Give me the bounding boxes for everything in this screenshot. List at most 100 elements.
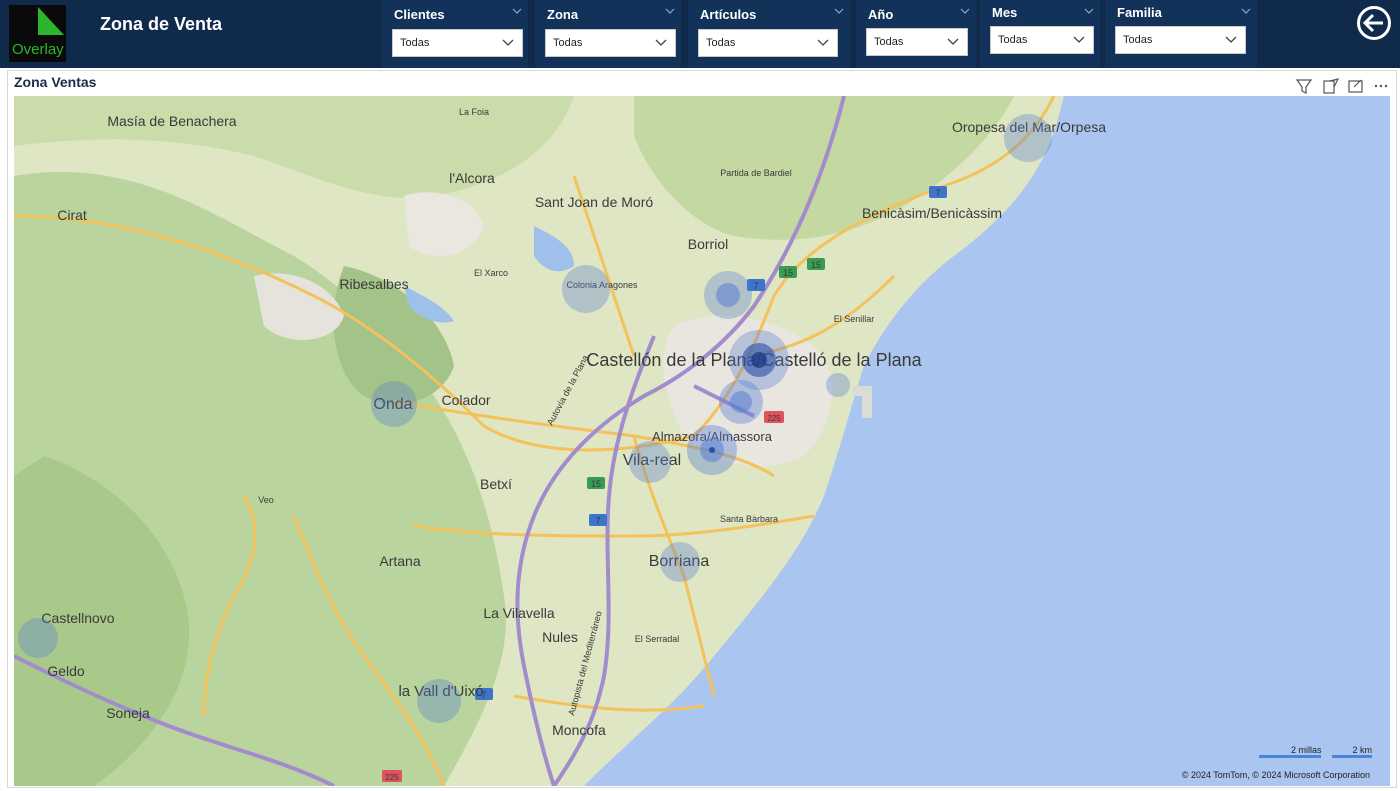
place-label: La Foia	[459, 107, 489, 117]
place-label: Borriol	[688, 236, 728, 252]
sales-bubble[interactable]	[562, 265, 610, 313]
map-copyright: © 2024 TomTom, © 2024 Microsoft Corporat…	[1181, 770, 1370, 780]
place-label: Colador	[441, 392, 490, 408]
slicer-ano: Año Todas	[856, 0, 976, 68]
focus-mode-icon[interactable]	[1348, 79, 1363, 93]
chevron-down-icon	[947, 38, 959, 45]
slicer-value: Todas	[998, 34, 1028, 46]
sales-bubble[interactable]	[826, 373, 850, 397]
road-shield: 225	[382, 770, 402, 782]
visual-toolbar	[1295, 78, 1388, 94]
report-title: Zona de Venta	[100, 14, 223, 34]
place-label: Geldo	[47, 663, 85, 679]
slicer-value: Todas	[874, 36, 904, 48]
logo-text: Overlay	[12, 41, 64, 58]
slicer-label: Artículos	[700, 7, 757, 22]
slicer-dropdown[interactable]: Todas	[545, 29, 676, 57]
slicer-zona: Zona Todas	[535, 0, 681, 68]
slicer-value: Todas	[1123, 34, 1153, 46]
road-shield: 7	[589, 514, 607, 526]
place-label: Cirat	[57, 207, 87, 223]
road-shield-label: 7	[935, 188, 940, 198]
road-shield-label: 7	[595, 516, 600, 526]
slicer-label: Año	[868, 7, 894, 22]
chevron-down-icon	[502, 39, 514, 46]
chevron-down-icon	[1073, 36, 1085, 43]
slicer-label: Zona	[547, 7, 579, 22]
place-label: La Vilavella	[483, 605, 555, 621]
slicer-value: Todas	[706, 37, 736, 49]
slicer-familia: Familia Todas	[1105, 0, 1257, 68]
place-label: Masía de Benachera	[107, 113, 236, 129]
chevron-down-icon	[655, 39, 667, 46]
sales-bubble[interactable]	[730, 391, 752, 413]
chevron-down-icon[interactable]	[1241, 6, 1251, 16]
chevron-down-icon[interactable]	[834, 6, 844, 16]
overlay-logo: Overlay	[9, 5, 66, 62]
road-shield-label: 225	[767, 414, 781, 423]
sales-bubble[interactable]	[371, 381, 417, 427]
sales-bubble[interactable]	[709, 447, 715, 453]
slicer-dropdown[interactable]: Todas	[392, 29, 523, 57]
sales-bubble[interactable]	[18, 618, 58, 658]
place-label: Benicàsim/Benicàssim	[862, 205, 1002, 221]
slicer-dropdown[interactable]: Todas	[990, 26, 1094, 54]
chevron-down-icon[interactable]	[512, 6, 522, 16]
slicer-clientes: Clientes Todas	[382, 0, 528, 68]
chevron-down-icon[interactable]	[665, 6, 675, 16]
place-label: Santa Bàrbara	[720, 514, 778, 524]
road-shield-label: 7	[753, 281, 758, 291]
sales-bubble[interactable]	[660, 542, 700, 582]
slicer-dropdown[interactable]: Todas	[866, 28, 968, 56]
road-shield-label: 15	[811, 260, 821, 270]
road-shield: 15	[587, 477, 605, 489]
place-label: Moncofa	[552, 722, 606, 738]
map-scale: 2 millas 2 km	[1259, 745, 1372, 758]
more-options-icon[interactable]	[1374, 84, 1388, 88]
place-label: Artana	[379, 553, 420, 569]
slicer-label: Clientes	[394, 7, 445, 22]
place-label: El Xarco	[474, 268, 508, 278]
road-shield: 15	[807, 258, 825, 270]
place-label: Sant Joan de Moró	[535, 194, 654, 210]
chevron-down-icon	[817, 39, 829, 46]
place-label: Betxí	[480, 476, 512, 492]
place-label: Soneja	[106, 705, 150, 721]
visual-title: Zona Ventas	[14, 74, 97, 90]
place-label: Nules	[542, 629, 578, 645]
road-shield-label: 225	[385, 773, 399, 782]
slicer-articulos: Artículos Todas	[688, 0, 850, 68]
chevron-down-icon[interactable]	[960, 6, 970, 16]
place-label: Veo	[258, 495, 274, 505]
sales-bubble[interactable]	[417, 679, 461, 723]
sales-bubble[interactable]	[629, 441, 671, 483]
place-label: Ribesalbes	[339, 276, 408, 292]
road-shield-label: 15	[783, 268, 793, 278]
chevron-down-icon	[1225, 36, 1237, 43]
place-label: l'Alcora	[449, 170, 495, 186]
top-bar: Overlay Zona de Venta Clientes Todas Zon…	[0, 0, 1400, 68]
slicer-dropdown[interactable]: Todas	[1115, 26, 1246, 54]
filter-icon[interactable]	[1295, 79, 1313, 94]
place-label: El Serradal	[635, 634, 680, 644]
sales-bubble[interactable]	[1004, 114, 1052, 162]
chevron-down-icon[interactable]	[1084, 6, 1094, 16]
back-arrow-icon[interactable]	[1356, 5, 1392, 41]
map-canvas[interactable]: 7 15 15 7 225 15 7 7 225 Masía de Benach…	[14, 96, 1390, 786]
slicer-label: Familia	[1117, 5, 1162, 20]
drill-icon[interactable]	[1323, 78, 1340, 94]
road-shield: 225	[764, 411, 784, 423]
logo-triangle	[38, 7, 64, 35]
road-shield-label: 15	[591, 479, 601, 489]
place-label: Partida de Bardiel	[720, 168, 792, 178]
scale-km: 2 km	[1332, 745, 1372, 758]
slicer-label: Mes	[992, 5, 1018, 20]
slicer-dropdown[interactable]: Todas	[698, 29, 838, 57]
slicer-value: Todas	[553, 37, 583, 49]
sales-bubble[interactable]	[716, 283, 740, 307]
slicer-value: Todas	[400, 37, 430, 49]
slicer-mes: Mes Todas	[980, 0, 1100, 68]
sales-bubble[interactable]	[751, 352, 767, 368]
road-shield: 15	[779, 266, 797, 278]
map-visual: Zona Ventas 7 15 15 7 225 15 7 7 225 Mas…	[7, 70, 1397, 788]
